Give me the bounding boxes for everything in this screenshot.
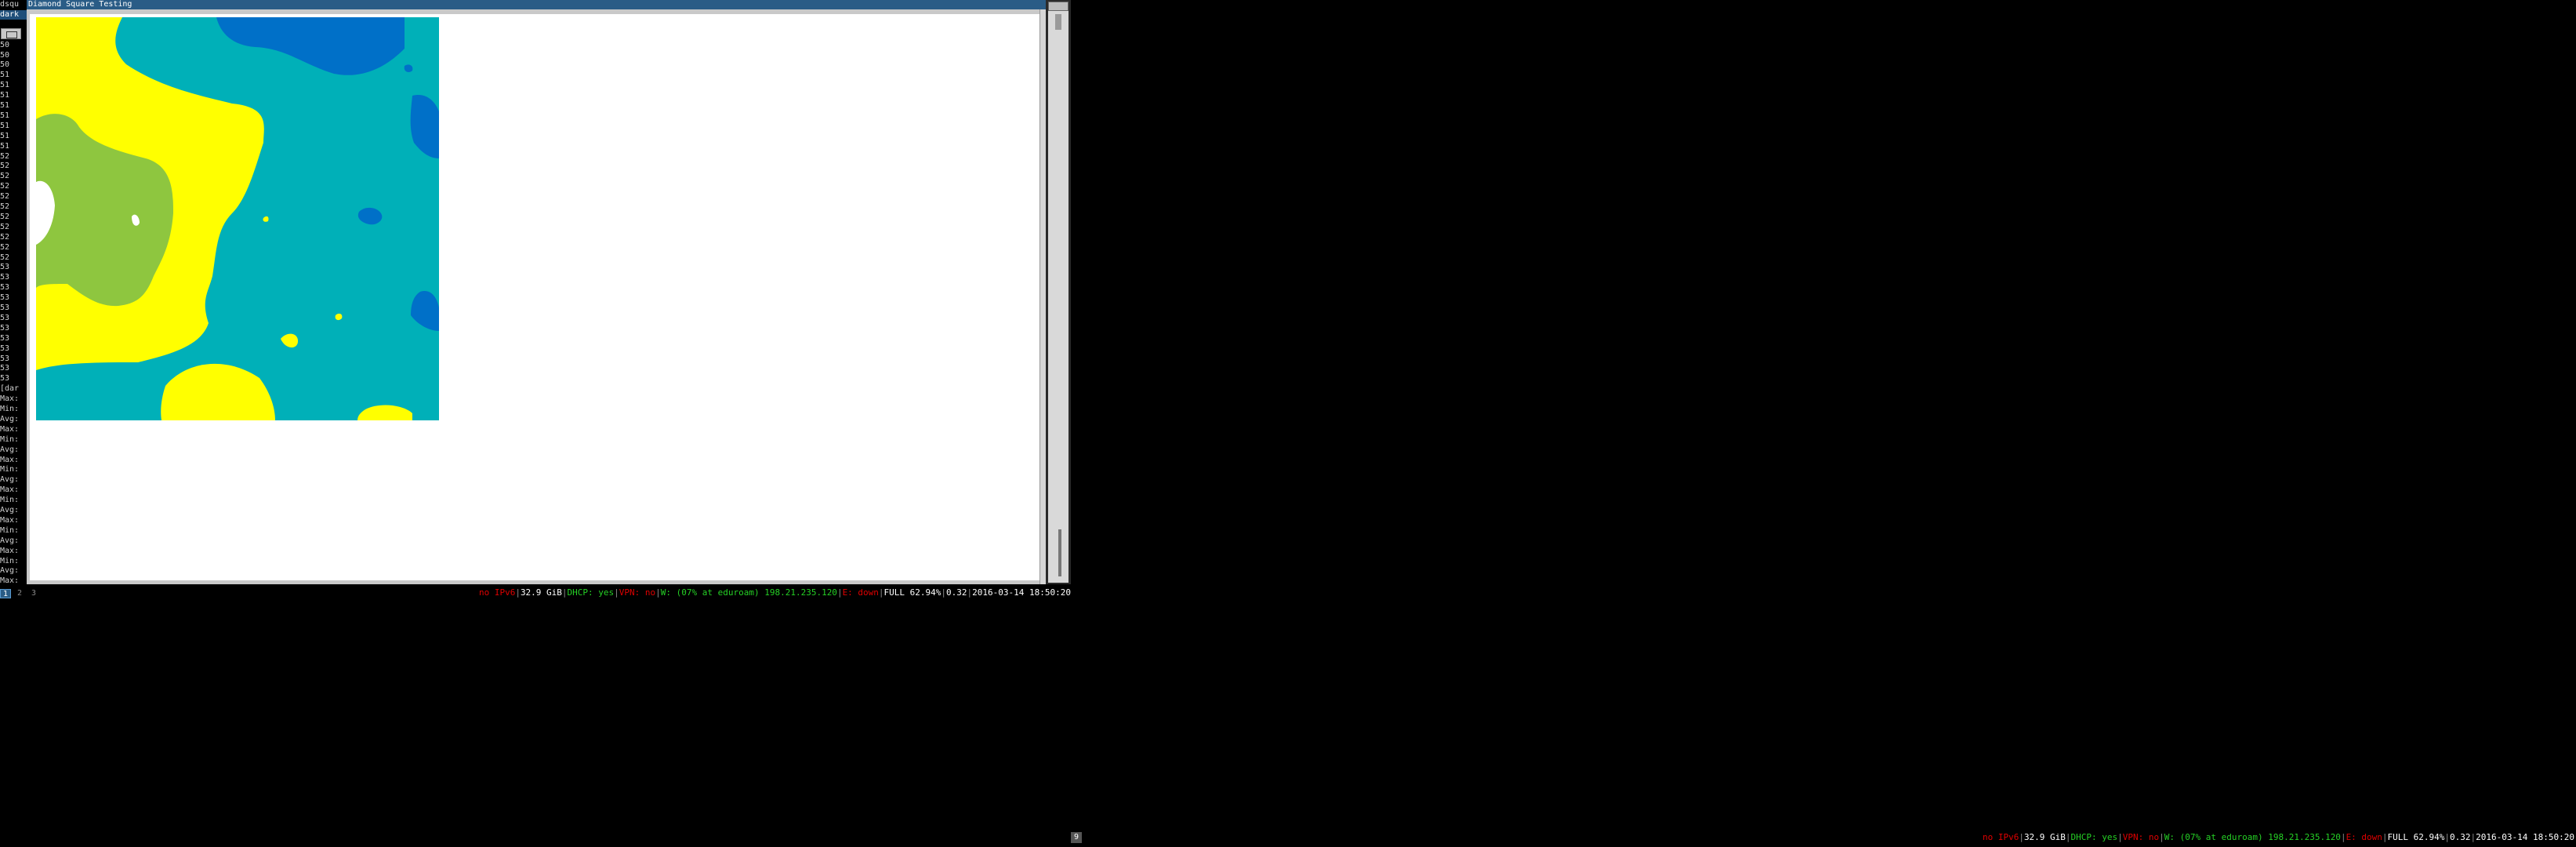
terminal-line: dark	[0, 9, 27, 20]
terminal-line: 53	[0, 333, 10, 343]
terminal-line: 53	[0, 283, 10, 293]
status-ipv6: no IPv6	[1982, 832, 2019, 842]
status-datetime: 2016-03-14 18:50:20	[2476, 832, 2574, 842]
status-bar-primary: no IPv6|32.9 GiB|DHCP: yes|VPN: no|W: (0…	[478, 587, 1071, 598]
terminal-line: 52	[0, 222, 10, 231]
diamond-square-window[interactable]: Diamond Square Testing	[27, 0, 1046, 584]
scroll-up-arrow-icon[interactable]	[1048, 2, 1068, 11]
terminal-line: 53	[0, 273, 10, 282]
status-vpn: VPN: no	[619, 587, 656, 598]
terminal-line: Max:	[0, 546, 20, 555]
status-wifi: W: (07% at eduroam) 198.21.235.120	[660, 587, 837, 598]
terminal-line: 53	[0, 364, 10, 373]
terminal-line: 53	[0, 354, 10, 363]
terminal-line: 52	[0, 232, 10, 242]
status-ethernet: E: down	[2346, 832, 2382, 842]
terminal-line: 53	[0, 263, 10, 272]
status-load: 0.32	[2450, 832, 2471, 842]
terminal-line: 51	[0, 71, 10, 80]
status-bar-secondary: no IPv6|32.9 GiB|DHCP: yes|VPN: no|W: (0…	[1982, 832, 2574, 842]
terminal-line: 52	[0, 182, 10, 191]
terminal-line: 51	[0, 91, 10, 100]
scrollbar-indicator	[1058, 529, 1061, 576]
workspace-button-3[interactable]: 3	[28, 589, 39, 598]
terminal-line: Max:	[0, 455, 20, 464]
terminal-line: Min:	[0, 525, 20, 535]
status-load: 0.32	[946, 587, 967, 598]
terminal-line: 51	[0, 81, 10, 90]
scrollbar-track[interactable]	[1048, 11, 1068, 583]
status-battery: FULL 62.94%	[883, 587, 942, 598]
terminal-line: 53	[0, 313, 10, 322]
terminal-line: Max:	[0, 424, 20, 434]
status-dhcp: DHCP: yes	[567, 587, 615, 598]
terminal-line: Max:	[0, 394, 20, 404]
terminal-line: Avg:	[0, 414, 20, 424]
window-border-strip	[1039, 9, 1046, 584]
status-disk: 32.9 GiB	[2023, 832, 2066, 842]
terminal-line: Max:	[0, 485, 20, 495]
terminal-line: Min:	[0, 405, 20, 413]
terminal-line: 52	[0, 151, 10, 161]
terminal-line: Min:	[0, 434, 20, 444]
status-dhcp: DHCP: yes	[2070, 832, 2118, 842]
terminal-line: 52	[0, 242, 10, 252]
window-title: Diamond Square Testing	[28, 0, 132, 9]
terminal-line: 52	[0, 202, 10, 211]
terminal-line: 52	[0, 192, 10, 202]
terminal-line: 53	[0, 304, 10, 312]
workspace-button-1[interactable]: 1	[0, 589, 11, 598]
status-battery: FULL 62.94%	[2387, 832, 2445, 842]
terminal-line: Min:	[0, 556, 20, 565]
terminal-pane[interactable]: dsqu dark 50 50 50 51 51 51 51 51 51 51 51 52 52 52 52 52…	[0, 0, 27, 584]
window-titlebar[interactable]: Diamond Square Testing	[27, 0, 1046, 9]
status-wifi: W: (07% at eduroam) 198.21.235.120	[2164, 832, 2341, 842]
status-ethernet: E: down	[842, 587, 879, 598]
tray-icon[interactable]: 9	[1071, 832, 1082, 843]
terminal-line: Min:	[0, 465, 20, 474]
terminal-line: dsqu	[0, 0, 20, 9]
terminal-line: Max:	[0, 576, 20, 584]
status-datetime: 2016-03-14 18:50:20	[972, 587, 1071, 598]
terminal-line: 51	[0, 121, 10, 130]
terminal-line: [dar	[0, 384, 20, 394]
terminal-line: Avg:	[0, 506, 20, 514]
terminal-line: 50	[0, 60, 10, 70]
scrollbar-thumb[interactable]	[1055, 14, 1061, 30]
terminal-line: Max:	[0, 515, 20, 525]
canvas-area[interactable]	[30, 14, 1039, 580]
terminal-line: 51	[0, 111, 10, 120]
terminal-line: Avg:	[0, 536, 20, 545]
status-disk: 32.9 GiB	[520, 587, 562, 598]
status-vpn: VPN: no	[2122, 832, 2160, 842]
terminal-line: 51	[0, 101, 10, 110]
terminal-line: 51	[0, 141, 10, 151]
workspace-button-2[interactable]: 2	[14, 589, 25, 598]
terminal-line: Avg:	[0, 445, 20, 454]
terminal-line: 53	[0, 374, 10, 384]
terminal-line: 52	[0, 172, 10, 181]
terminal-line: 50	[0, 50, 10, 60]
terminal-line: 52	[0, 253, 10, 262]
terminal-line: Min:	[0, 496, 20, 505]
terminal-line: 53	[0, 344, 10, 353]
heightmap-image	[36, 17, 439, 420]
terminal-line: 53	[0, 293, 10, 303]
terminal-line: 53	[0, 323, 10, 333]
terminal-line: 50	[0, 40, 10, 49]
terminal-line: Avg:	[0, 475, 20, 485]
narrow-pane[interactable]	[1046, 0, 1071, 584]
terminal-line: 52	[0, 162, 10, 171]
terminal-line: Avg:	[0, 566, 20, 576]
terminal-line: 52	[0, 212, 10, 221]
terminal-line: 51	[0, 131, 10, 140]
status-ipv6: no IPv6	[478, 587, 516, 598]
